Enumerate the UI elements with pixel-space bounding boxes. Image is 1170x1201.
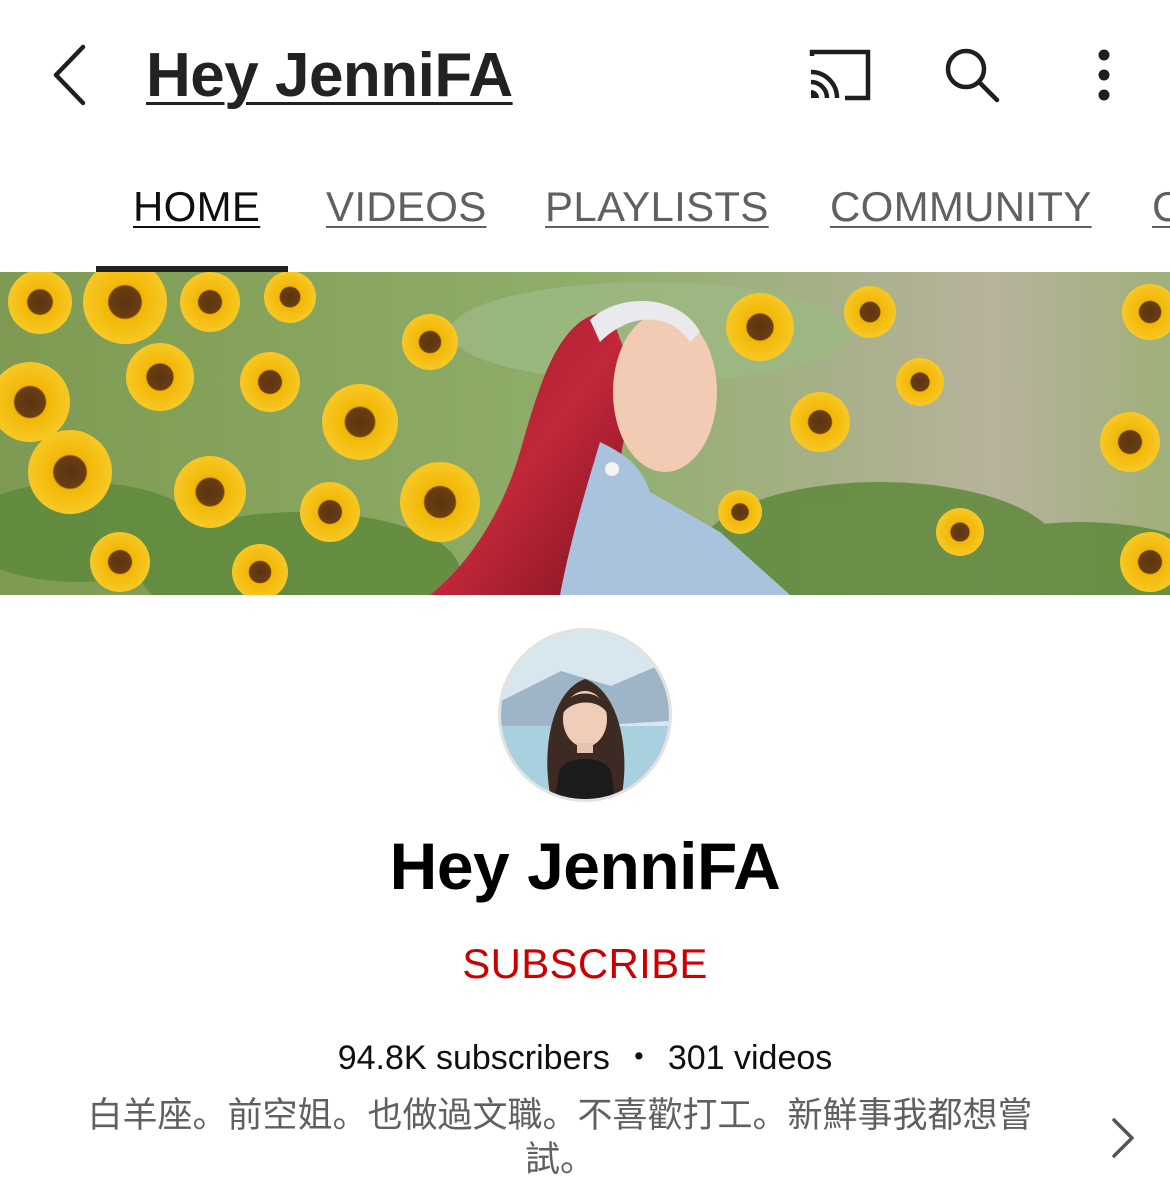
channel-description[interactable]: 白羊座。前空姐。也做過文職。不喜歡打工。新鮮事我都想嘗試。 [60,1094,1060,1182]
tab-home[interactable]: HOME [133,183,260,231]
appbar-channel-title[interactable]: Hey JenniFA [146,40,513,111]
cast-button[interactable] [774,34,906,116]
video-count: 301 videos [667,1039,833,1077]
cast-icon [809,49,871,101]
channel-stats: 94.8K subscribers ・ 301 videos [0,1030,1170,1079]
channel-name: Hey JenniFA [389,829,781,903]
channel-avatar[interactable] [498,628,672,802]
tab-channels-partial[interactable]: C [1152,183,1170,231]
tab-playlists[interactable]: PLAYLISTS [545,183,769,231]
banner-image [0,272,1170,595]
app-bar: Hey JenniFA [0,0,1170,150]
subscribe-button[interactable]: SUBSCRIBE [0,940,1170,988]
tab-videos[interactable]: VIDEOS [326,183,487,231]
chevron-right-icon [1112,1118,1134,1158]
search-icon [945,48,1000,103]
stats-separator: ・ [621,1039,656,1077]
channel-tabs: HOME VIDEOS PLAYLISTS COMMUNITY C [0,150,1170,272]
subscribe-label: SUBSCRIBE [462,940,708,987]
search-button[interactable] [906,34,1038,116]
avatar-image [501,631,669,799]
description-expand-button[interactable] [1100,1110,1146,1166]
channel-banner [0,272,1170,595]
tab-community[interactable]: COMMUNITY [830,183,1092,231]
back-button[interactable] [40,38,100,112]
more-options-button[interactable] [1038,34,1170,116]
back-chevron-icon [53,44,86,106]
subscriber-count: 94.8K subscribers [337,1039,610,1077]
more-vert-icon [1098,49,1110,101]
